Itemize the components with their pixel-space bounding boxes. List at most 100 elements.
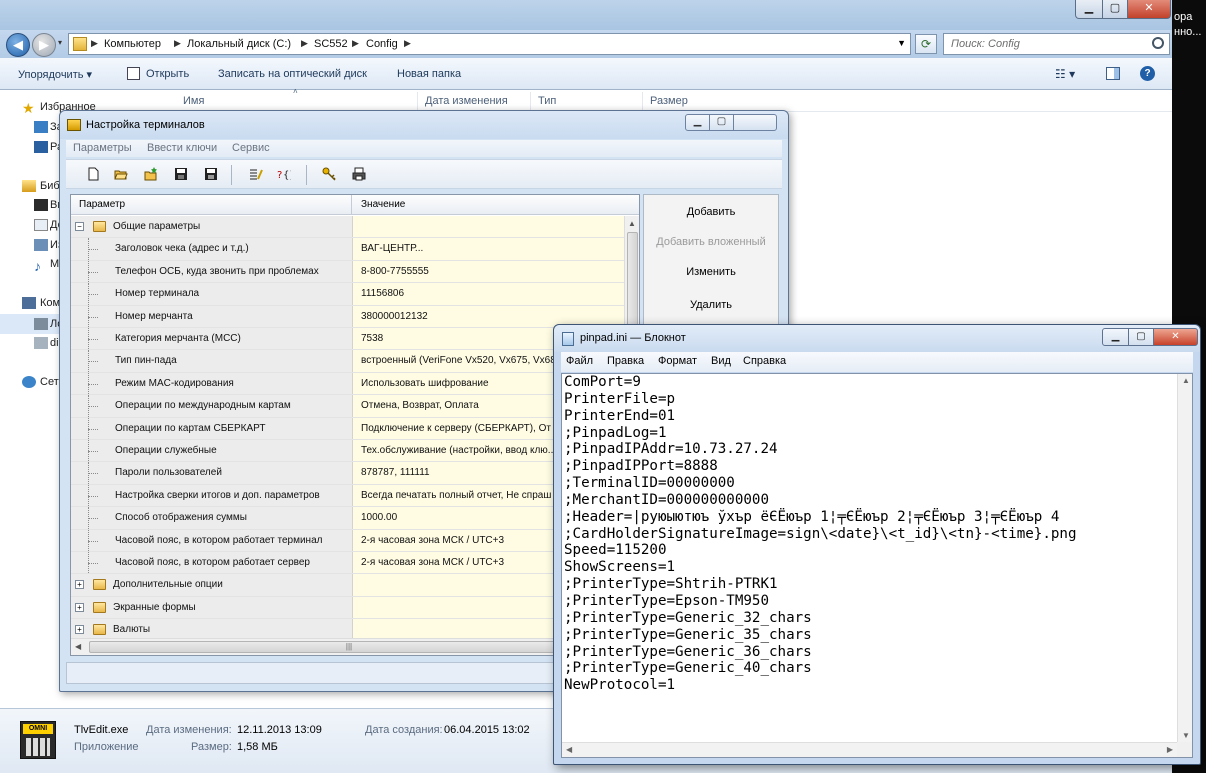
parameter-cell[interactable]: + Экранные формы (71, 596, 353, 619)
column-parameter[interactable]: Параметр (79, 199, 125, 210)
parameter-cell[interactable]: − Общие параметры (71, 216, 353, 238)
new-folder-button[interactable]: Новая папка (397, 68, 461, 80)
printer-icon[interactable] (352, 167, 366, 181)
grid-row[interactable]: Способ отображения суммы 1000.00 (71, 507, 624, 530)
back-button[interactable]: ◀ (6, 33, 30, 57)
expand-icon[interactable]: + (75, 602, 84, 612)
parameter-cell[interactable]: Настройка сверки итогов и доп. параметро… (71, 484, 353, 507)
text-content[interactable]: ComPort=9 PrinterFile=p PrinterEnd=01 ;Pinp… (564, 374, 1176, 736)
new-file-icon[interactable] (86, 167, 100, 181)
address-box[interactable]: ▶ Компьютер ▶ Локальный диск (C:) ▶ SC55… (68, 33, 911, 55)
grid-row[interactable]: Режим MAC-кодирования Использовать шифров… (71, 372, 624, 396)
chevron-right-icon[interactable]: ▶ (404, 38, 411, 49)
menu-view[interactable]: Вид (711, 355, 731, 367)
grid-horizontal-scrollbar[interactable]: ◀ ||| (71, 638, 624, 655)
grid-group-row[interactable]: + Экранные формы (71, 596, 624, 620)
menu-help[interactable]: Справка (743, 355, 786, 367)
chevron-right-icon[interactable]: ▶ (352, 38, 359, 49)
close-button[interactable]: ✕ (1127, 0, 1171, 19)
minimize-button[interactable]: ▁ (1075, 0, 1103, 19)
grid-row[interactable]: Операции по картам СБЕРКАРТ Подключение к… (71, 417, 624, 440)
help-icon[interactable]: ? (1140, 66, 1155, 81)
menu-enter-keys[interactable]: Ввести ключи (147, 142, 217, 154)
column-type[interactable]: Тип (538, 95, 556, 107)
organize-button[interactable]: Упорядочить ▾ (18, 68, 92, 81)
burn-button[interactable]: Записать на оптический диск (218, 68, 367, 80)
scroll-up-icon[interactable]: ▲ (628, 219, 636, 228)
breadcrumb-item[interactable]: SC552 (314, 38, 348, 50)
nav-drive[interactable]: di (50, 337, 59, 349)
grid-group-row[interactable]: − Общие параметры (71, 216, 624, 239)
nav-libraries[interactable]: Биб (40, 180, 60, 192)
collapse-icon[interactable]: − (75, 222, 84, 231)
parameter-cell[interactable]: Тип пин-пада (71, 350, 353, 372)
parameter-cell[interactable]: Операции по международным картам (71, 395, 353, 417)
add-button[interactable]: Добавить (644, 199, 778, 225)
parameter-cell[interactable]: Часовой пояс, в котором работает сервер (71, 552, 353, 574)
parameter-cell[interactable]: Часовой пояс, в котором работает термина… (71, 529, 353, 551)
expand-icon[interactable]: + (75, 580, 84, 590)
value-cell[interactable] (353, 216, 624, 238)
grid-row[interactable]: Часовой пояс, в котором работает сервер 2… (71, 552, 624, 575)
views-icon[interactable]: ☷ ▾ (1055, 67, 1075, 81)
nav-network[interactable]: Сет (40, 376, 59, 388)
grid-row[interactable]: Операции служебные Тех.обслуживание (наст… (71, 440, 624, 463)
expand-icon[interactable]: + (75, 625, 84, 635)
vertical-scrollbar[interactable]: ▲ ▼ (1177, 374, 1192, 742)
minimize-button[interactable]: ▁ (1102, 328, 1129, 346)
breadcrumb-item[interactable]: Локальный диск (C:) (187, 38, 291, 50)
parameter-cell[interactable]: Категория мерчанта (МСС) (71, 328, 353, 350)
column-size[interactable]: Размер (650, 95, 688, 107)
chevron-right-icon[interactable]: ▶ (174, 38, 181, 49)
search-input[interactable]: Поиск: Config (943, 33, 1170, 55)
key-icon[interactable] (322, 167, 336, 181)
column-name[interactable]: Имя (183, 95, 204, 107)
nav-lib-item[interactable]: М (50, 258, 59, 270)
grid-row[interactable]: Категория мерчанта (МСС) 7538 (71, 328, 624, 351)
edit-list-icon[interactable] (249, 167, 263, 181)
open-button[interactable]: Открыть (146, 68, 189, 80)
parameter-cell[interactable]: Номер терминала (71, 283, 353, 305)
column-date[interactable]: Дата изменения (425, 95, 508, 107)
value-cell[interactable]: ВАГ-ЦЕНТР... (353, 238, 624, 260)
scroll-up-icon[interactable]: ▲ (1182, 376, 1190, 385)
parameter-cell[interactable]: Заголовок чека (адрес и т.д.) (71, 238, 353, 260)
value-cell[interactable]: 8-800-7755555 (353, 260, 624, 283)
save-icon[interactable] (174, 167, 188, 181)
parameter-cell[interactable]: Операции по картам СБЕРКАРТ (71, 417, 353, 439)
open-folder-star-icon[interactable] (144, 167, 158, 181)
grid-row[interactable]: Телефон ОСБ, куда звонить при проблемах 8… (71, 260, 624, 284)
scroll-left-icon[interactable]: ◀ (566, 745, 572, 754)
value-cell[interactable]: 11156806 (353, 283, 624, 305)
minimize-button[interactable]: ▁ (685, 114, 710, 131)
menu-parameters[interactable]: Параметры (73, 142, 132, 154)
save-all-icon[interactable] (204, 167, 218, 181)
grid-row[interactable]: Тип пин-пада встроенный (VeriFone Vx520, … (71, 350, 624, 373)
scroll-left-icon[interactable]: ◀ (75, 642, 81, 651)
parameter-cell[interactable]: + Дополнительные опции (71, 574, 353, 596)
chevron-down-icon[interactable]: ▼ (897, 38, 906, 48)
menu-format[interactable]: Формат (658, 355, 697, 367)
breadcrumb-item[interactable]: Config (366, 38, 398, 50)
grid-row[interactable]: Операции по международным картам Отмена, … (71, 395, 624, 418)
grid-row[interactable]: Пароли пользователей 878787, 111111 (71, 462, 624, 485)
breadcrumb-item[interactable]: Компьютер (104, 38, 161, 50)
scroll-thumb[interactable]: ||| (89, 641, 609, 653)
maximize-button[interactable]: ▢ (1102, 0, 1128, 19)
close-button[interactable] (733, 114, 777, 131)
parameter-cell[interactable]: Операции служебные (71, 440, 353, 462)
scroll-right-icon[interactable]: ▶ (1167, 745, 1173, 754)
menu-file[interactable]: Файл (566, 355, 593, 367)
parameter-cell[interactable]: Режим MAC-кодирования (71, 372, 353, 395)
help-query-icon[interactable]: ?{} (277, 167, 291, 181)
history-dropdown-icon[interactable]: ▾ (58, 38, 62, 47)
edit-button[interactable]: Изменить (644, 259, 778, 285)
grid-row[interactable]: Часовой пояс, в котором работает термина… (71, 529, 624, 552)
refresh-button[interactable]: ⟳ (915, 34, 937, 54)
text-editor[interactable]: ComPort=9 PrinterFile=p PrinterEnd=01 ;Pinp… (561, 373, 1193, 758)
grid-row[interactable]: Номер терминала 11156806 (71, 283, 624, 306)
maximize-button[interactable]: ▢ (1128, 328, 1154, 346)
menu-service[interactable]: Сервис (232, 142, 270, 154)
search-icon[interactable] (1152, 37, 1164, 49)
grid-row[interactable]: Заголовок чека (адрес и т.д.) ВАГ-ЦЕНТР..… (71, 238, 624, 261)
